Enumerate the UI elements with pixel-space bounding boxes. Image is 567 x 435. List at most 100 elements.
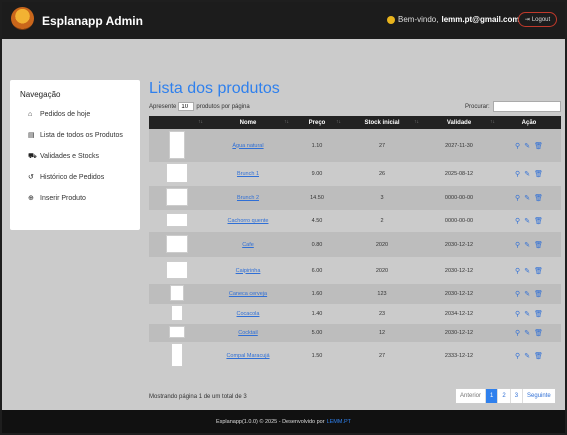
product-validity: 2027-11-30 <box>445 142 473 149</box>
col-stock[interactable]: Stock inicial ↑↓ <box>343 116 421 129</box>
sidebar-item-pedidos-hoje[interactable]: ⌂ Pedidos de hoje <box>28 110 136 120</box>
edit-icon[interactable]: ✎ <box>524 329 530 337</box>
product-name-link[interactable]: Cachorro quente <box>228 218 269 224</box>
products-table: ↑↓ Nome ↑↓ Preço ↑↓ Stock inicial ↑↓ Valida… <box>149 116 561 370</box>
sort-icon: ↑↓ <box>490 119 495 125</box>
sidebar: Navegação ⌂ Pedidos de hoje ▤ Lista de tod… <box>10 80 140 230</box>
product-stock: 2020 <box>375 267 389 274</box>
delete-icon[interactable]: 🗑 <box>534 290 543 298</box>
brand-title[interactable]: Esplanapp Admin <box>42 14 143 28</box>
sidebar-item-label: Lista de todos os Produtos <box>40 132 123 139</box>
product-validity: 2034-12-12 <box>444 311 474 317</box>
view-icon[interactable]: ⚲ <box>515 142 520 150</box>
pagination-prev[interactable]: Anterior <box>456 389 485 403</box>
delete-icon[interactable]: 🗑 <box>534 267 543 275</box>
product-price: 4.50 <box>311 218 323 224</box>
pagination-page-2[interactable]: 2 <box>497 389 509 403</box>
product-name-cell: Caneca cerveja <box>205 284 291 304</box>
product-name-cell: Brunch 2 <box>205 186 291 210</box>
footer-link[interactable]: LEMM.PT <box>327 419 351 425</box>
sidebar-item-validades[interactable]: ⛟ Validades e Stocks <box>28 152 136 162</box>
edit-icon[interactable]: ✎ <box>524 217 530 225</box>
product-name-link[interactable]: Brunch 2 <box>237 195 259 201</box>
product-image-cell <box>149 186 205 210</box>
col-validity-label: Validade <box>446 119 472 126</box>
product-name-cell: Cocktail <box>205 324 291 342</box>
sidebar-item-produtos[interactable]: ▤ Lista de todos os Produtos <box>28 131 136 141</box>
pagination-page-1[interactable]: 1 <box>485 389 498 403</box>
delete-icon[interactable]: 🗑 <box>534 241 543 249</box>
edit-icon[interactable]: ✎ <box>524 267 530 275</box>
edit-icon[interactable]: ✎ <box>524 194 530 202</box>
delete-icon[interactable]: 🗑 <box>534 170 543 178</box>
delete-icon[interactable]: 🗑 <box>534 352 543 360</box>
table-row: Brunch 2 14.50 3 0000-00-00 ⚲ ✎ 🗑 <box>149 186 561 210</box>
product-validity: 0000-00-00 <box>444 195 474 201</box>
product-validity: 2030-12-12 <box>444 291 474 297</box>
product-name-link[interactable]: Caipirinha <box>236 268 261 274</box>
footer: Esplanapp(1.0.0) © 2025 - Desenvolvido p… <box>2 410 565 433</box>
product-name-link[interactable]: Cocktail <box>238 330 258 336</box>
pagination-next[interactable]: Seguinte <box>522 389 555 403</box>
delete-icon[interactable]: 🗑 <box>534 329 543 337</box>
col-image[interactable]: ↑↓ <box>149 116 205 129</box>
product-image-cell <box>149 129 205 162</box>
product-name-link[interactable]: Brunch 1 <box>237 171 259 177</box>
product-image-cell <box>149 342 205 370</box>
table-row: Brunch 1 9.00 26 2025-08-12 ⚲ ✎ 🗑 <box>149 162 561 186</box>
search-input[interactable] <box>492 101 561 112</box>
view-icon[interactable]: ⚲ <box>515 290 520 298</box>
product-stock: 2 <box>380 218 384 224</box>
product-stock: 123 <box>377 291 387 297</box>
top-navbar: Esplanapp Admin Bem-vindo, lemm.pt@gmail… <box>2 2 565 39</box>
view-icon[interactable]: ⚲ <box>515 194 520 202</box>
delete-icon[interactable]: 🗑 <box>534 142 543 150</box>
delete-icon[interactable]: 🗑 <box>534 194 543 202</box>
view-icon[interactable]: ⚲ <box>515 310 520 318</box>
product-name-link[interactable]: Caneca cerveja <box>229 291 267 297</box>
col-price[interactable]: Preço ↑↓ <box>291 116 343 129</box>
table-row: Cocktail 5.00 12 2030-12-12 ⚲ ✎ 🗑 <box>149 324 561 342</box>
sidebar-item-historico[interactable]: ↺ Histórico de Pedidos <box>28 173 136 183</box>
view-icon[interactable]: ⚲ <box>515 241 520 249</box>
col-name[interactable]: Nome ↑↓ <box>205 116 291 129</box>
product-actions: ⚲ ✎ 🗑 <box>497 129 561 162</box>
col-validity[interactable]: Validade ↑↓ <box>421 116 497 129</box>
edit-icon[interactable]: ✎ <box>524 290 530 298</box>
welcome-text: Bem-vindo, lemm.pt@gmail.com <box>387 15 520 24</box>
product-name-link[interactable]: Cafe <box>242 242 254 248</box>
product-validity: 2030-12-12 <box>444 241 474 248</box>
view-icon[interactable]: ⚲ <box>515 329 520 337</box>
product-name-link[interactable]: Compal Maracujá <box>226 353 269 359</box>
view-icon[interactable]: ⚲ <box>515 217 520 225</box>
product-image-cell <box>149 284 205 304</box>
product-name-cell: Cafe <box>205 232 291 257</box>
product-validity: 2030-12-12 <box>444 330 474 336</box>
sidebar-item-inserir[interactable]: ⊕ Inserir Produto <box>28 194 136 204</box>
col-action: Ação <box>497 116 561 129</box>
product-actions: ⚲ ✎ 🗑 <box>497 324 561 342</box>
edit-icon[interactable]: ✎ <box>524 142 530 150</box>
edit-icon[interactable]: ✎ <box>524 352 530 360</box>
view-icon[interactable]: ⚲ <box>515 267 520 275</box>
product-name-cell: Brunch 1 <box>205 162 291 186</box>
product-actions: ⚲ ✎ 🗑 <box>497 284 561 304</box>
delete-icon[interactable]: 🗑 <box>534 217 543 225</box>
product-name-cell: Água natural <box>205 129 291 162</box>
edit-icon[interactable]: ✎ <box>524 310 530 318</box>
product-image <box>170 285 184 301</box>
product-price: 0.80 <box>311 241 323 248</box>
edit-icon[interactable]: ✎ <box>524 170 530 178</box>
delete-icon[interactable]: 🗑 <box>534 310 543 318</box>
product-name-link[interactable]: Cocacola <box>237 311 260 317</box>
view-icon[interactable]: ⚲ <box>515 352 520 360</box>
logout-button[interactable]: ⇥ Logout <box>518 12 557 27</box>
sort-icon: ↑↓ <box>198 119 203 125</box>
view-icon[interactable]: ⚲ <box>515 170 520 178</box>
page-length-select[interactable]: 10 <box>178 102 195 111</box>
edit-icon[interactable]: ✎ <box>524 241 530 249</box>
product-name-link[interactable]: Água natural <box>232 143 263 149</box>
product-image <box>166 260 188 279</box>
pagination-page-3[interactable]: 3 <box>509 389 522 403</box>
app-window: Esplanapp Admin Bem-vindo, lemm.pt@gmail… <box>2 2 565 433</box>
